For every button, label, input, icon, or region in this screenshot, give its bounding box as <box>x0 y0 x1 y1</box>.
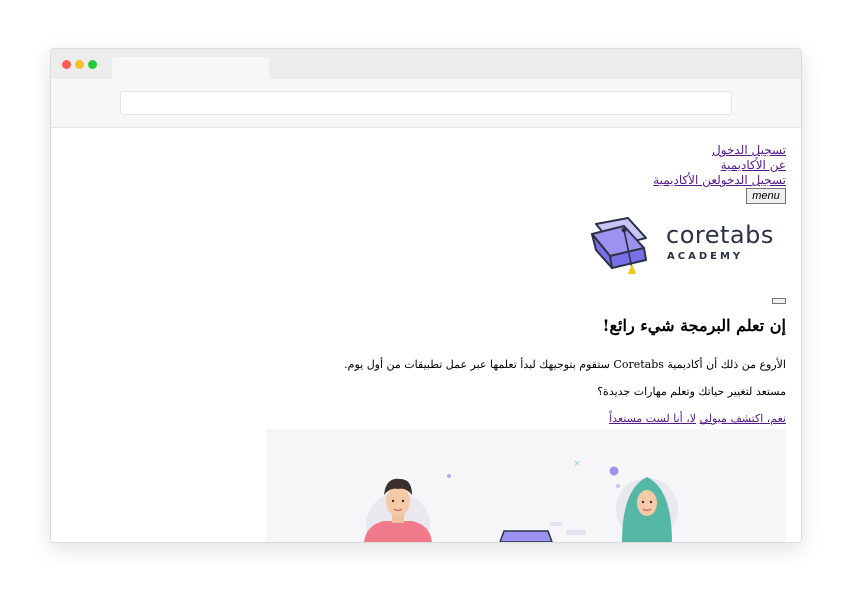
browser-window: تسجيل الدخول عن الأكاديمية تسجيل الدخولع… <box>50 48 802 543</box>
toggle-button[interactable] <box>772 298 786 304</box>
laptop-icon <box>499 522 586 542</box>
title-bar <box>51 49 801 79</box>
coretabs-logo[interactable]: coretabs ACADEMY <box>588 216 783 282</box>
cta-no-link[interactable]: لا، أنا لست مستعداً <box>609 412 696 425</box>
decor-dot-icon <box>447 474 451 478</box>
male-student-icon <box>364 478 432 542</box>
maximize-window-icon[interactable] <box>88 60 97 69</box>
logo-subtitle: ACADEMY <box>667 251 744 262</box>
nav-about-inline-link[interactable]: عن الأكاديمية <box>653 173 717 187</box>
page-content: تسجيل الدخول عن الأكاديمية تسجيل الدخولع… <box>51 128 801 542</box>
menu-button[interactable]: menu <box>746 188 786 204</box>
question-paragraph: مستعد لتغيير حياتك وتعلم مهارات جديدة؟ <box>597 385 786 398</box>
browser-toolbar <box>51 79 801 128</box>
logo-name: coretabs <box>666 221 774 249</box>
female-student-icon <box>616 477 678 542</box>
intro-paragraph: الأروع من ذلك أن أكاديمية Coretabs ستقوم… <box>344 358 786 371</box>
close-window-icon[interactable] <box>62 60 71 69</box>
cta-links: نعم، اكتشف ميولي لا، أنا لست مستعداً <box>609 412 786 425</box>
nav-about-link[interactable]: عن الأكاديمية <box>653 158 786 173</box>
decor-cross-icon: × <box>573 459 581 469</box>
minimize-window-icon[interactable] <box>75 60 84 69</box>
nav-login-inline-link[interactable]: تسجيل الدخول <box>717 173 786 187</box>
decor-circle-icon <box>609 466 619 476</box>
nav-inline-links: تسجيل الدخولعن الأكاديمية <box>653 173 786 187</box>
decor-small-dot-icon <box>616 484 620 488</box>
nav-login-link[interactable]: تسجيل الدخول <box>653 143 786 158</box>
students-illustration: × <box>364 459 678 542</box>
address-bar[interactable] <box>120 91 732 115</box>
hero-illustration: × <box>266 429 786 542</box>
cta-yes-link[interactable]: نعم، اكتشف ميولي <box>700 412 786 425</box>
page-heading: إن تعلم البرمجة شيء رائع! <box>602 316 786 335</box>
site-nav: تسجيل الدخول عن الأكاديمية تسجيل الدخولع… <box>653 143 786 188</box>
graduation-cap-icon <box>591 217 647 274</box>
browser-tab[interactable] <box>112 57 269 79</box>
